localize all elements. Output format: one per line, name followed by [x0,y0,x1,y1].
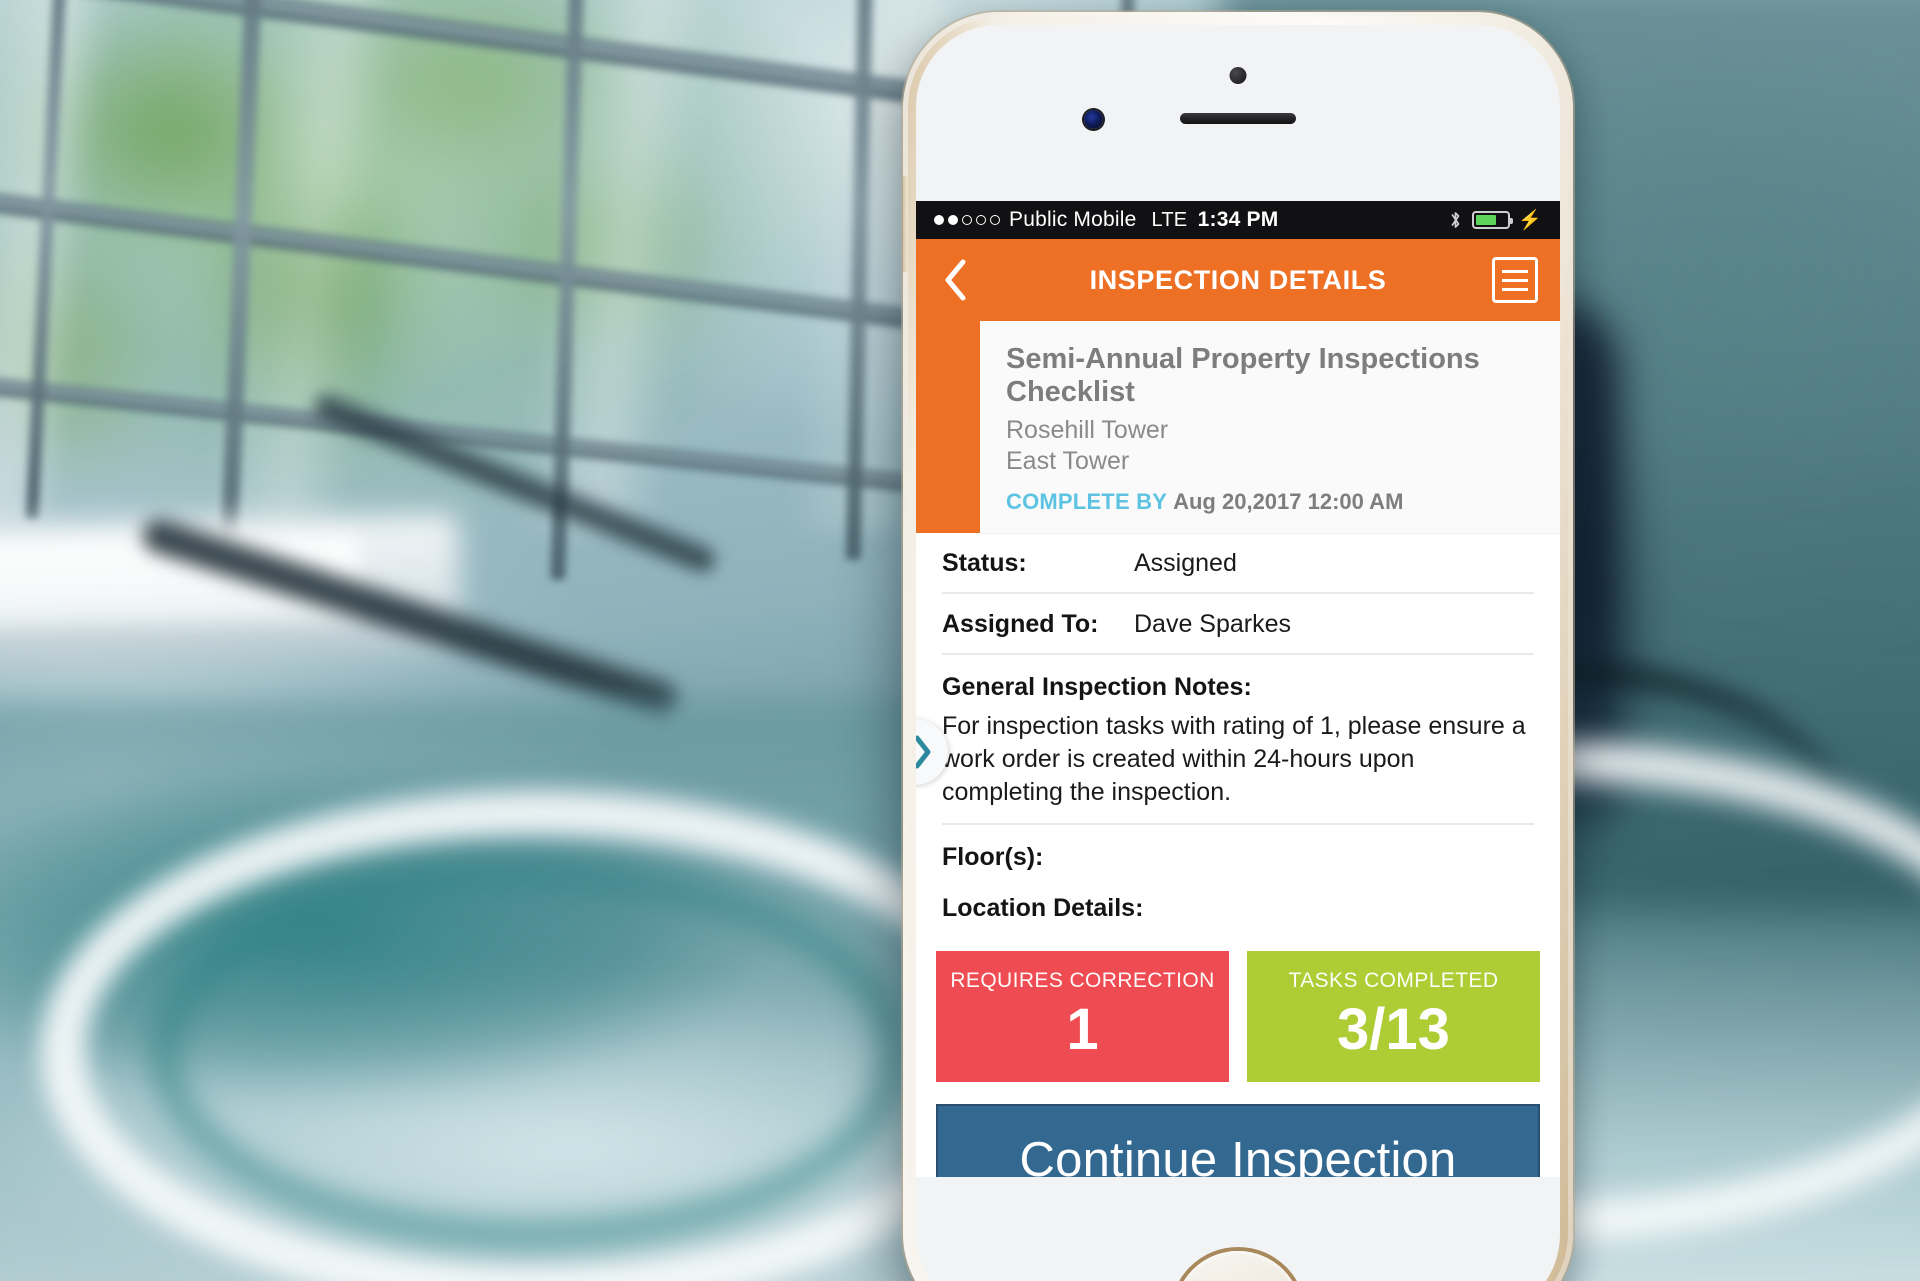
tasks-completed-tile[interactable]: TASKS COMPLETED 3/13 [1247,951,1540,1082]
requires-correction-value: 1 [1066,997,1099,1063]
chevron-right-icon [916,735,931,769]
general-notes-block: General Inspection Notes: For inspection… [942,655,1534,826]
hamburger-line [1502,269,1528,273]
assigned-to-value: Dave Sparkes [1134,610,1292,639]
home-button[interactable] [1174,1251,1302,1281]
status-bar-left: Public Mobile LTE [934,208,1187,232]
requires-correction-tile[interactable]: REQUIRES CORRECTION 1 [936,951,1229,1082]
phone-front-face: Public Mobile LTE 1:34 PM ⚡ INSPECTION D… [916,25,1560,1281]
continue-inspection-button[interactable]: Continue Inspection [936,1103,1540,1177]
ring-switch[interactable] [903,12,910,52]
tasks-completed-value: 3/13 [1337,997,1450,1063]
inspection-details-list: Status: Assigned Assigned To: Dave Spark… [916,533,1560,938]
page-title: INSPECTION DETAILS [1089,264,1387,295]
floors-label: Floor(s): [942,843,1044,872]
back-button[interactable] [938,258,972,302]
charging-bolt-icon: ⚡ [1518,209,1542,231]
earpiece-speaker [1180,113,1296,124]
signal-dot [948,215,958,225]
status-label: Status: [942,549,1027,578]
location-details-label: Location Details: [942,894,1144,923]
detail-row-assigned-to: Assigned To: Dave Sparkes [942,594,1534,656]
orange-accent-band: Semi-Annual Property Inspections Checkli… [916,321,1560,534]
network-type: LTE [1151,208,1188,231]
signal-dot [990,215,1000,225]
due-date-line: COMPLETE BY Aug 20,2017 12:00 AM [1006,489,1534,515]
status-bar: Public Mobile LTE 1:34 PM ⚡ [916,201,1560,239]
front-camera-icon [1084,110,1103,129]
due-date-label: COMPLETE BY [1006,489,1168,515]
due-date-value: Aug 20,2017 12:00 AM [1173,489,1404,515]
proximity-sensor-icon [1229,67,1247,84]
carrier-name: Public Mobile [1009,208,1137,231]
hamburger-line [1502,278,1528,282]
status-value: Assigned [1134,549,1237,578]
tasks-completed-label: TASKS COMPLETED [1288,969,1499,993]
screenshot-stage: Public Mobile LTE 1:34 PM ⚡ INSPECTION D… [0,0,1920,1281]
background-floor-curve-inner [150,860,910,1250]
inspection-title: Semi-Annual Property Inspections Checkli… [1006,343,1480,409]
requires-correction-label: REQUIRES CORRECTION [950,969,1215,993]
phone-device: Public Mobile LTE 1:34 PM ⚡ INSPECTION D… [903,12,1573,1281]
assigned-to-label: Assigned To: [942,610,1099,639]
signal-strength-icon [934,215,1000,225]
cta-container: Continue Inspection [916,1081,1560,1177]
general-notes-text: For inspection tasks with rating of 1, p… [942,712,1526,807]
status-bar-clock: 1:34 PM [1197,208,1279,231]
stat-tiles: REQUIRES CORRECTION 1 TASKS COMPLETED 3/… [916,937,1560,1082]
general-notes-label: General Inspection Notes: [942,673,1252,702]
building-name: East Tower [1006,447,1130,476]
bluetooth-icon [1451,212,1460,228]
app-header-bar: INSPECTION DETAILS [916,239,1560,321]
signal-dot [962,215,972,225]
inspection-summary-card: Semi-Annual Property Inspections Checkli… [980,321,1560,534]
battery-icon [1472,211,1514,229]
property-name: Rosehill Tower [1006,416,1169,445]
phone-screen: Public Mobile LTE 1:34 PM ⚡ INSPECTION D… [916,201,1560,1177]
menu-button[interactable] [1492,257,1538,303]
hamburger-line [1502,287,1528,291]
detail-row-status: Status: Assigned [942,533,1534,595]
signal-dot [934,215,944,225]
signal-dot [976,215,986,225]
status-bar-right: ⚡ [1449,210,1542,230]
back-chevron-icon [945,259,966,301]
